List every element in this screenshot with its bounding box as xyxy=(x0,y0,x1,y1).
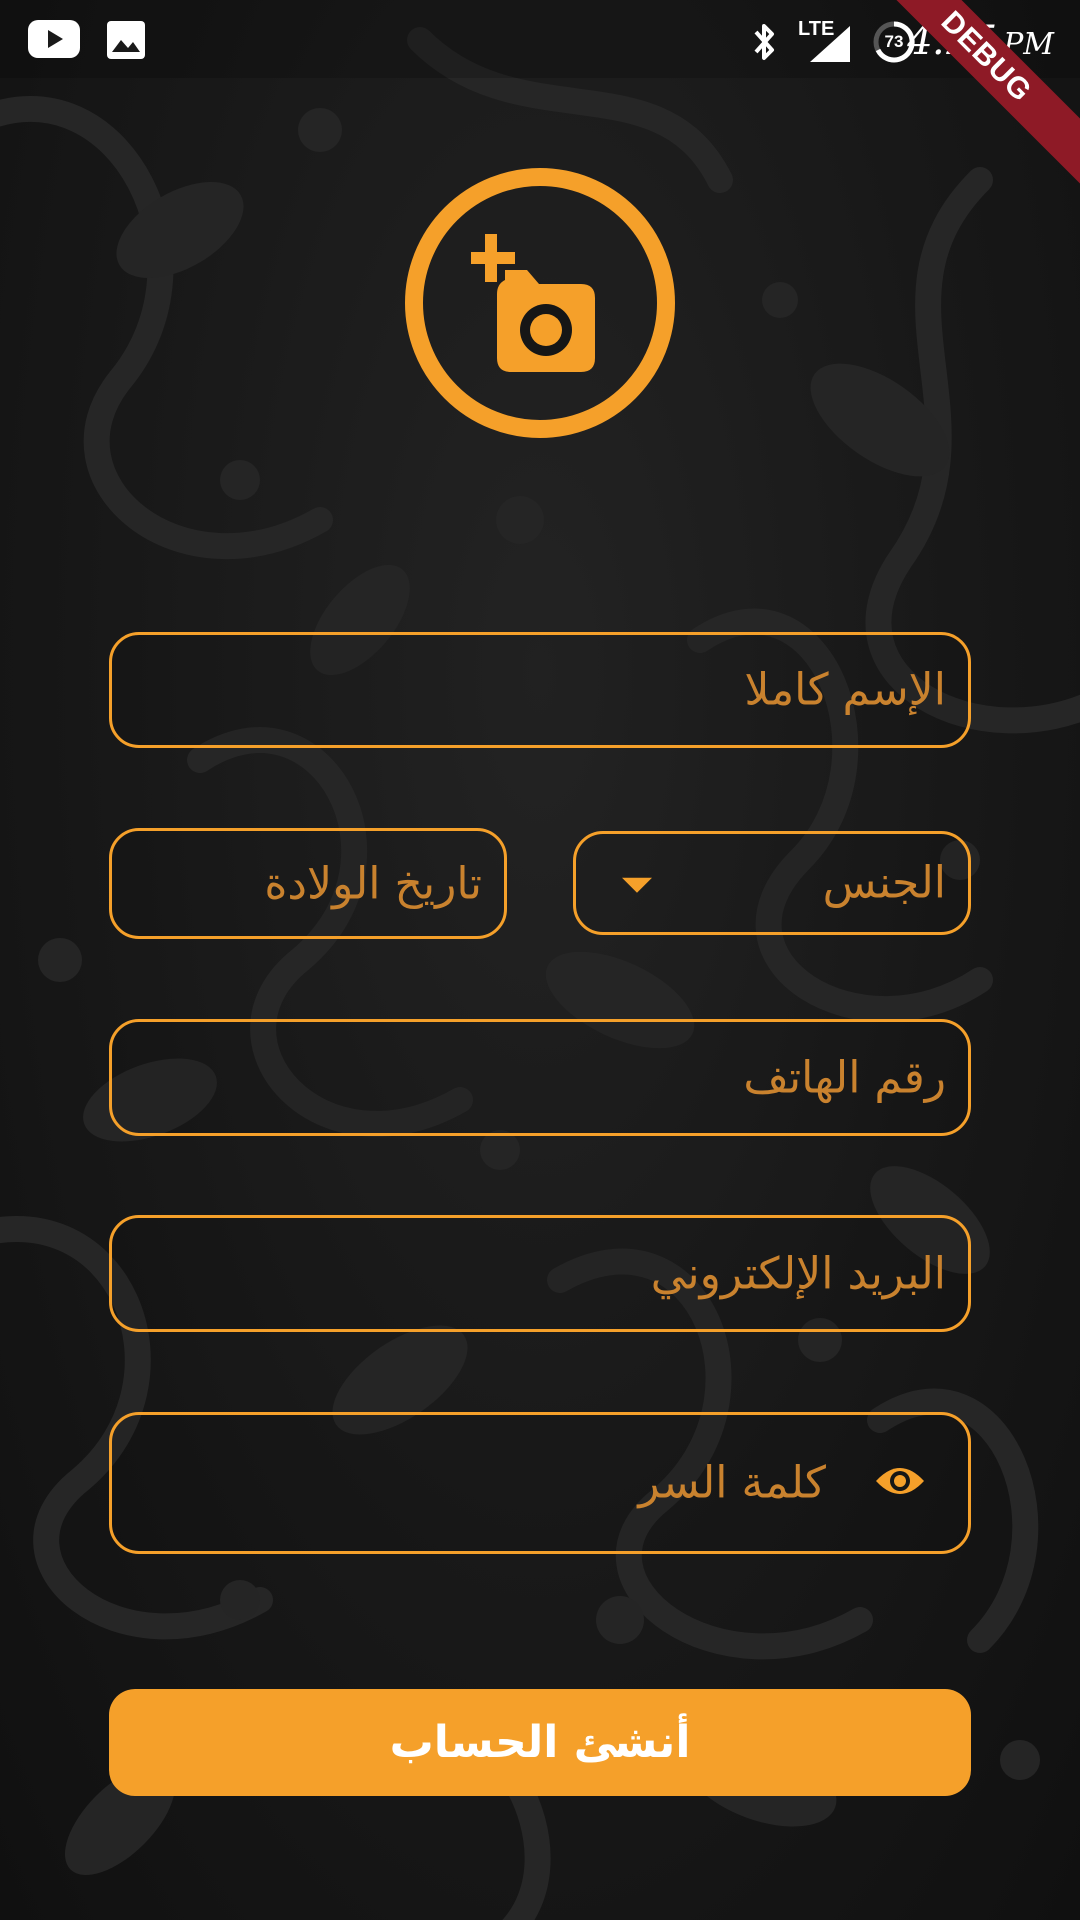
dropdown-arrow-icon xyxy=(622,877,652,893)
youtube-icon xyxy=(28,20,80,62)
birth-date-placeholder: تاريخ الولادة xyxy=(264,858,482,909)
gender-placeholder: الجنس xyxy=(822,857,946,909)
eye-icon[interactable] xyxy=(874,1463,926,1503)
password-placeholder: كلمة السر xyxy=(638,1457,826,1509)
email-placeholder: البريد الإلكتروني xyxy=(650,1248,946,1299)
phone-placeholder: رقم الهاتف xyxy=(743,1052,946,1103)
add-a-photo-icon xyxy=(471,234,595,372)
phone-field[interactable]: رقم الهاتف xyxy=(109,1019,971,1136)
full-name-placeholder: الإسم كاملا xyxy=(744,664,946,716)
password-field[interactable]: كلمة السر xyxy=(109,1412,971,1554)
image-icon xyxy=(106,20,146,64)
gender-dropdown[interactable]: الجنس xyxy=(573,831,971,935)
create-account-button[interactable]: أنشئ الحساب xyxy=(109,1689,971,1796)
cell-signal-icon xyxy=(808,24,852,68)
birth-date-field[interactable]: تاريخ الولادة xyxy=(109,828,507,939)
full-name-field[interactable]: الإسم كاملا xyxy=(109,632,971,748)
email-field[interactable]: البريد الإلكتروني xyxy=(109,1215,971,1332)
bluetooth-icon xyxy=(746,20,782,68)
profile-photo-picker[interactable] xyxy=(405,168,675,438)
register-screen: LTE 73 4:25PM DEBUG الإسم كاملا الجنس تا xyxy=(0,0,1080,1920)
